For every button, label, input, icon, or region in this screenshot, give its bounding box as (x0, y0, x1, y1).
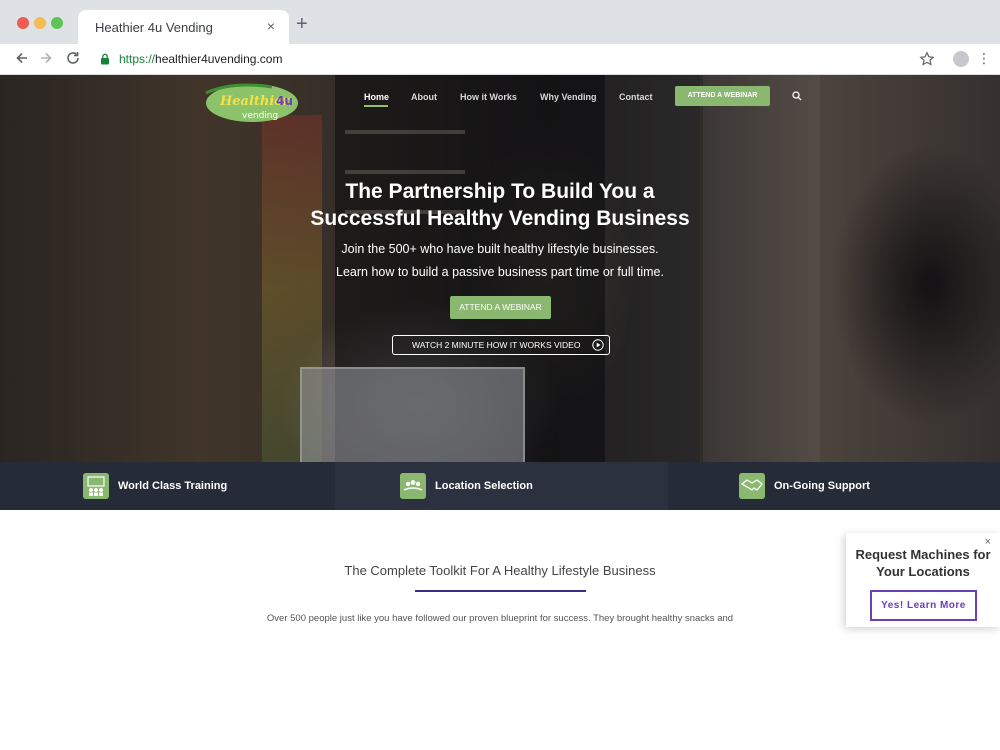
feature-location-label: Location Selection (435, 480, 533, 492)
new-tab-button[interactable]: + (296, 14, 308, 34)
feature-training: World Class Training (0, 462, 335, 510)
popup-title-line-2: Your Locations (876, 564, 970, 579)
browser-tab-bar: Heathier 4u Vending × + (0, 0, 1000, 44)
bookmark-star-icon[interactable] (919, 51, 935, 67)
hero-title-line-2: Successful Healthy Vending Business (310, 207, 690, 230)
nav-about[interactable]: About (411, 92, 437, 102)
browser-menu-icon[interactable]: ⋮ (977, 51, 991, 65)
feature-strip: World Class Training Location Selection … (0, 462, 1000, 510)
hero-section: Healthier 4u vending Home About How it W… (0, 75, 1000, 462)
back-arrow-icon[interactable] (14, 50, 30, 66)
hero-subtitle-2: Learn how to build a passive business pa… (336, 265, 664, 279)
feature-support: On-Going Support (668, 462, 1000, 510)
maximize-window-button[interactable] (51, 17, 63, 29)
reload-icon[interactable] (65, 50, 81, 66)
close-window-button[interactable] (17, 17, 29, 29)
handshake-icon (739, 473, 765, 499)
hero-attend-webinar-button[interactable]: ATTEND A WEBINAR (450, 296, 551, 319)
feature-support-label: On-Going Support (774, 480, 870, 492)
nav-attend-webinar-button[interactable]: ATTEND A WEBINAR (675, 86, 770, 106)
logo-mark: 4u (276, 94, 293, 108)
search-icon[interactable] (792, 91, 802, 101)
watch-video-label: WATCH 2 MINUTE HOW IT WORKS VIDEO (412, 340, 581, 350)
nav-why-vending[interactable]: Why Vending (540, 92, 597, 102)
tab-close-icon[interactable]: × (267, 18, 275, 34)
popup-title: Request Machines for Your Locations (846, 546, 1000, 580)
nav-contact[interactable]: Contact (619, 92, 653, 102)
learn-more-button[interactable]: Yes! Learn More (870, 590, 977, 621)
url-host: healthier4uvending.com (155, 52, 283, 66)
popup-title-line-1: Request Machines for (855, 547, 991, 562)
minimize-window-button[interactable] (34, 17, 46, 29)
toolkit-body-text: Over 500 people just like you have follo… (266, 613, 734, 624)
nav-how-it-works[interactable]: How it Works (460, 92, 517, 102)
browser-tab[interactable]: Heathier 4u Vending × (78, 10, 289, 44)
hero-title-line-1: The Partnership To Build You a (345, 180, 655, 203)
tab-title: Heathier 4u Vending (95, 20, 213, 35)
forward-arrow-icon[interactable] (38, 50, 54, 66)
url-scheme: https:// (119, 52, 156, 66)
nav-active-indicator (364, 105, 388, 107)
feature-training-label: World Class Training (118, 480, 228, 492)
toolkit-heading: The Complete Toolkit For A Healthy Lifes… (344, 563, 656, 578)
feature-location: Location Selection (335, 462, 668, 510)
training-icon (83, 473, 109, 499)
address-bar: https://healthier4uvending.com ⋮ (0, 44, 1000, 75)
url-field[interactable]: https://healthier4uvending.com (119, 52, 282, 66)
lock-icon (101, 53, 109, 65)
logo-subtext: vending (242, 111, 278, 121)
location-icon (400, 473, 426, 499)
request-machines-popup: × Request Machines for Your Locations Ye… (846, 533, 1000, 627)
heading-divider (415, 590, 586, 592)
hero-title: The Partnership To Build You a Successfu… (250, 178, 750, 232)
hero-subtitle-1: Join the 500+ who have built healthy lif… (341, 242, 659, 256)
site-logo[interactable]: Healthier 4u vending (202, 81, 300, 123)
play-icon (592, 339, 604, 351)
watch-video-button[interactable]: WATCH 2 MINUTE HOW IT WORKS VIDEO (392, 335, 610, 355)
profile-avatar-icon[interactable] (953, 51, 969, 67)
nav-home[interactable]: Home (364, 92, 389, 102)
